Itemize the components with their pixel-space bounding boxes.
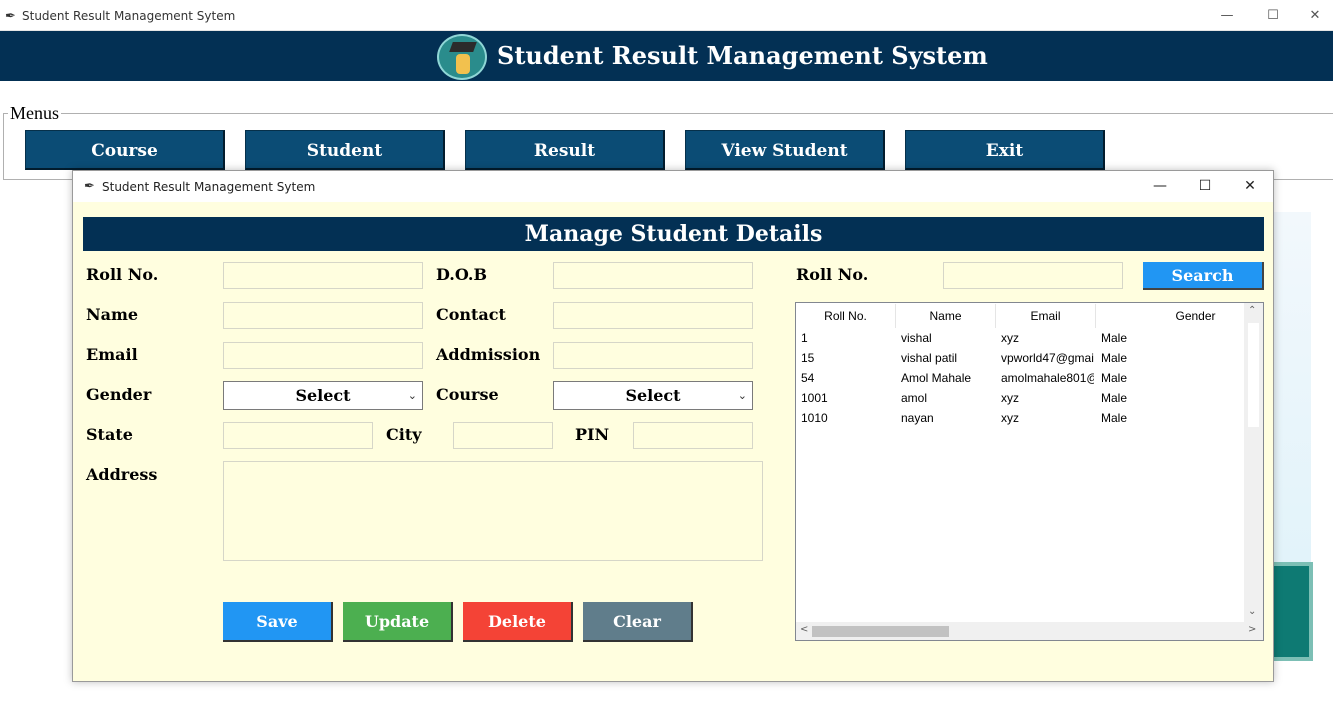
cell-roll: 1 [801, 331, 808, 345]
close-button[interactable]: ✕ [1292, 0, 1333, 31]
vertical-scrollbar[interactable]: ⌃ ⌄ [1244, 303, 1263, 622]
cell-email: amolmahale801@ [1001, 371, 1094, 385]
column-header-roll[interactable]: Roll No. [796, 304, 896, 328]
cell-roll: 54 [801, 371, 815, 385]
dialog-minimize-button[interactable]: — [1137, 171, 1183, 202]
feather-icon: ✒ [84, 178, 95, 193]
contact-label: Contact [436, 305, 506, 324]
course-label: Course [436, 385, 499, 404]
state-input[interactable] [223, 422, 373, 449]
email-input[interactable] [223, 342, 423, 369]
city-input[interactable] [453, 422, 553, 449]
chevron-down-icon: ⌄ [407, 389, 417, 402]
address-label: Address [86, 465, 158, 484]
delete-button[interactable]: Delete [463, 602, 573, 642]
main-window-title: Student Result Management Sytem [22, 9, 236, 23]
cell-gender: Male [1101, 391, 1128, 405]
graduation-logo-icon [437, 34, 487, 80]
gender-select[interactable]: Select ⌄ [223, 381, 423, 410]
column-header-gender[interactable]: Gender [1096, 304, 1263, 328]
maximize-button[interactable]: ☐ [1250, 0, 1296, 31]
dialog-heading: Manage Student Details [83, 217, 1264, 251]
dialog-close-button[interactable]: ✕ [1227, 171, 1273, 202]
feather-icon: ✒ [5, 8, 16, 23]
clear-button[interactable]: Clear [583, 602, 693, 642]
cell-name: Amol Mahale [901, 371, 972, 385]
gender-select-value: Select [295, 386, 351, 405]
cell-gender: Male [1101, 331, 1128, 345]
course-select-value: Select [625, 386, 681, 405]
menus-label: Menus [8, 103, 61, 124]
cell-gender: Male [1101, 411, 1128, 425]
roll-label: Roll No. [86, 265, 159, 284]
table-row[interactable]: 1010 nayan xyz Male [796, 408, 1244, 428]
menu-result-button[interactable]: Result [465, 130, 665, 170]
menu-student-button[interactable]: Student [245, 130, 445, 170]
save-button[interactable]: Save [223, 602, 333, 642]
contact-input[interactable] [553, 302, 753, 329]
search-roll-label: Roll No. [796, 265, 869, 284]
student-table[interactable]: Roll No. Name Email Gender 1 vishal xyz … [795, 302, 1264, 641]
app-root: ✒ Student Result Management Sytem — ☐ ✕ … [0, 0, 1333, 718]
dialog-maximize-button[interactable]: ☐ [1182, 171, 1228, 202]
email-label: Email [86, 345, 138, 364]
background-image-strip [1274, 212, 1311, 562]
scroll-left-icon[interactable]: < [800, 624, 808, 635]
table-row[interactable]: 15 vishal patil vpworld47@gmai Male [796, 348, 1244, 368]
cell-name: amol [901, 391, 928, 405]
dialog-titlebar[interactable]: ✒ Student Result Management Sytem — ☐ ✕ [73, 171, 1273, 202]
roll-input[interactable] [223, 262, 423, 289]
cell-gender: Male [1101, 351, 1128, 365]
state-label: State [86, 425, 133, 444]
horizontal-scrollbar[interactable]: < > [796, 622, 1263, 640]
address-textarea[interactable] [223, 461, 763, 561]
cell-email: xyz [1001, 331, 1019, 345]
student-dialog: ✒ Student Result Management Sytem — ☐ ✕ … [72, 170, 1274, 682]
name-input[interactable] [223, 302, 423, 329]
pin-input[interactable] [633, 422, 753, 449]
chevron-down-icon: ⌄ [737, 389, 747, 402]
cell-email: xyz [1001, 391, 1019, 405]
search-button[interactable]: Search [1143, 262, 1264, 290]
dialog-window-title: Student Result Management Sytem [102, 180, 316, 194]
cell-name: nayan [901, 411, 934, 425]
gender-label: Gender [86, 385, 152, 404]
cell-roll: 15 [801, 351, 815, 365]
column-header-email[interactable]: Email [996, 304, 1096, 328]
update-button[interactable]: Update [343, 602, 453, 642]
vertical-scroll-thumb[interactable] [1248, 323, 1259, 427]
background-teal-panel [1273, 562, 1313, 661]
header-banner: Student Result Management System [0, 31, 1333, 81]
column-header-name[interactable]: Name [896, 304, 996, 328]
cell-gender: Male [1101, 371, 1128, 385]
scroll-right-icon[interactable]: > [1248, 624, 1256, 635]
menu-exit-button[interactable]: Exit [905, 130, 1105, 170]
admission-label: Addmission [436, 345, 541, 364]
name-label: Name [86, 305, 139, 324]
horizontal-scroll-thumb[interactable] [812, 626, 949, 637]
menu-view-results-button[interactable]: View Student Results [685, 130, 885, 201]
scroll-up-icon[interactable]: ⌃ [1248, 305, 1256, 316]
menu-course-button[interactable]: Course [25, 130, 225, 170]
table-row[interactable]: 54 Amol Mahale amolmahale801@ Male [796, 368, 1244, 388]
course-select[interactable]: Select ⌄ [553, 381, 753, 410]
dob-label: D.O.B [436, 265, 487, 284]
main-titlebar[interactable]: ✒ Student Result Management Sytem — ☐ ✕ [0, 0, 1333, 31]
pin-label: PIN [575, 425, 610, 444]
cell-name: vishal [901, 331, 932, 345]
admission-input[interactable] [553, 342, 753, 369]
table-row[interactable]: 1 vishal xyz Male [796, 328, 1244, 348]
app-title: Student Result Management System [497, 41, 988, 70]
scroll-down-icon[interactable]: ⌄ [1248, 606, 1256, 617]
minimize-button[interactable]: — [1204, 0, 1250, 31]
table-row[interactable]: 1001 amol xyz Male [796, 388, 1244, 408]
cell-name: vishal patil [901, 351, 958, 365]
dob-input[interactable] [553, 262, 753, 289]
cell-roll: 1001 [801, 391, 828, 405]
cell-roll: 1010 [801, 411, 828, 425]
search-input[interactable] [943, 262, 1123, 289]
city-label: City [386, 425, 422, 444]
cell-email: vpworld47@gmai [1001, 351, 1094, 365]
cell-email: xyz [1001, 411, 1019, 425]
